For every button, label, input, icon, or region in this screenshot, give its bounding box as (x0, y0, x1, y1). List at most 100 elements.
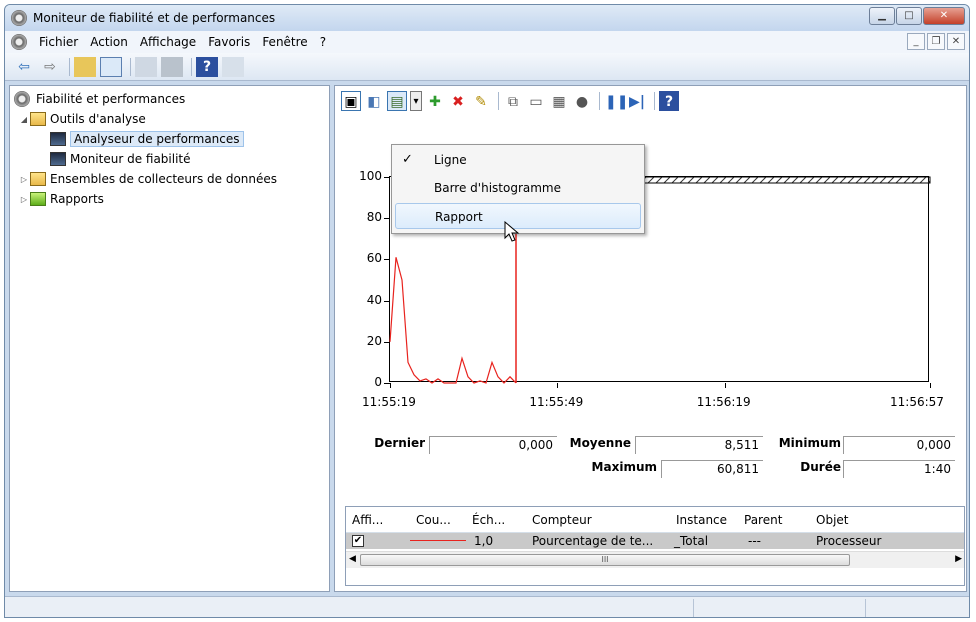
delete-counter-icon[interactable]: ✖ (448, 91, 468, 111)
paste-counter-icon[interactable]: ▭ (526, 91, 546, 111)
parent-cell: --- (748, 534, 761, 548)
tree-item-reports[interactable]: ▷ Rapports (10, 189, 329, 209)
toolbar-separator (130, 57, 131, 76)
tree-item-tools[interactable]: ◢ Outils d'analyse (10, 109, 329, 129)
tree-label: Ensembles de collecteurs de données (50, 172, 278, 186)
toolbar-separator (69, 57, 70, 76)
properties-icon[interactable]: ▦ (549, 91, 569, 111)
highlight-pencil-icon[interactable]: ✎ (471, 91, 491, 111)
zoom-icon[interactable]: ● (572, 91, 592, 111)
main-window: Moniteur de fiabilité et de performances… (4, 4, 970, 618)
mdi-minimize-button[interactable]: _ (907, 33, 925, 50)
horizontal-scrollbar[interactable]: ◀ III ▶ (346, 551, 964, 568)
tree-item-perf-monitor[interactable]: Analyseur de performances (10, 129, 329, 149)
menu-favoris[interactable]: Favoris (202, 35, 256, 49)
collapsed-triangle-icon[interactable]: ▷ (18, 195, 30, 204)
column-header-color[interactable]: Cou... (416, 513, 451, 527)
maximum-label: Maximum (591, 460, 657, 474)
view-log-data-icon[interactable]: ◧ (364, 91, 384, 111)
y-tick-label: 100 (359, 169, 382, 183)
counter-cell: Pourcentage de te... (532, 534, 654, 548)
y-tick-label: 60 (366, 251, 382, 266)
x-tick-label: 11:55:19 (362, 395, 416, 409)
reports-folder-icon (30, 192, 46, 206)
chevron-down-icon[interactable]: ▾ (410, 91, 422, 111)
mmc-view-icon[interactable] (222, 56, 244, 77)
column-header-instance[interactable]: Instance (676, 513, 727, 527)
change-graph-type-icon[interactable]: ▤ (387, 91, 407, 111)
tree-label-selected: Analyseur de performances (70, 131, 244, 147)
menu-fenetre[interactable]: Fenêtre (256, 35, 313, 49)
instance-cell: _Total (674, 534, 709, 548)
print-icon[interactable] (161, 56, 183, 77)
status-divider (865, 599, 866, 617)
menu-help[interactable]: ? (314, 35, 332, 49)
minimize-button[interactable]: ▁ (869, 7, 895, 25)
average-label: Moyenne (569, 436, 631, 450)
title-bar: Moniteur de fiabilité et de performances… (5, 5, 969, 31)
menu-fichier[interactable]: Fichier (33, 35, 84, 49)
tree-label: Moniteur de fiabilité (70, 152, 191, 166)
main-toolbar: ⇦ ⇨ ? (5, 53, 969, 81)
back-arrow-icon[interactable]: ⇦ (13, 57, 35, 77)
collapsed-triangle-icon[interactable]: ▷ (18, 175, 30, 184)
scrollbar-thumb[interactable]: III (360, 554, 850, 566)
last-value: 0,000 (429, 436, 557, 454)
status-divider (693, 599, 694, 617)
mdi-restore-button[interactable]: ❐ (927, 33, 945, 50)
column-header-show[interactable]: Affi... (352, 513, 383, 527)
column-header-counter[interactable]: Compteur (532, 513, 592, 527)
show-checkbox[interactable]: ✔ (352, 535, 364, 547)
statistics-panel: Dernier 0,000 Moyenne 8,511 Minimum 0,00… (335, 436, 968, 496)
help-icon[interactable]: ? (196, 56, 218, 77)
y-tick-mark (384, 300, 390, 302)
help-icon[interactable]: ? (659, 91, 679, 111)
menu-affichage[interactable]: Affichage (134, 35, 202, 49)
forward-arrow-icon[interactable]: ⇨ (39, 57, 61, 77)
y-tick-label: 20 (366, 333, 382, 348)
table-row[interactable]: ✔ 1,0 Pourcentage de te... _Total --- Pr… (346, 533, 964, 549)
mouse-cursor-icon (504, 221, 520, 242)
menu-action[interactable]: Action (84, 35, 134, 49)
expanded-triangle-icon[interactable]: ◢ (18, 115, 30, 124)
scroll-left-icon[interactable]: ◀ (349, 554, 356, 564)
view-current-activity-icon[interactable]: ▣ (341, 91, 361, 111)
copy-properties-icon[interactable]: ⧉ (503, 91, 523, 111)
counter-list: Affi... Cou... Éch... Compteur Instance … (345, 506, 965, 586)
minimum-value: 0,000 (843, 436, 955, 454)
performance-graph-icon (50, 132, 66, 146)
scroll-right-icon[interactable]: ▶ (955, 554, 962, 564)
tree-label: Fiabilité et performances (36, 92, 186, 106)
tree-item-collector-sets[interactable]: ▷ Ensembles de collecteurs de données (10, 169, 329, 189)
reliability-monitor-icon (50, 152, 66, 166)
up-folder-icon[interactable] (74, 56, 96, 77)
x-tick-label: 11:56:57 (890, 395, 944, 409)
minimum-label: Minimum (778, 436, 841, 450)
toolbar-separator (191, 57, 192, 76)
window-title: Moniteur de fiabilité et de performances (33, 11, 276, 25)
gear-icon (14, 91, 30, 107)
graph-toolbar: ▣ ◧ ▤ ▾ ✚ ✖ ✎ ⧉ ▭ ▦ ● ❚❚ ▶| ? (335, 86, 966, 116)
column-header-parent[interactable]: Parent (744, 513, 782, 527)
list-header: Affi... Cou... Éch... Compteur Instance … (346, 507, 964, 533)
app-gear-icon (11, 10, 27, 26)
series-line (389, 257, 517, 384)
add-counter-icon[interactable]: ✚ (425, 91, 445, 111)
tree-item-reliability[interactable]: Moniteur de fiabilité (10, 149, 329, 169)
close-button[interactable]: ✕ (923, 7, 965, 25)
column-header-scale[interactable]: Éch... (472, 513, 505, 527)
properties-icon[interactable] (135, 56, 157, 77)
show-tree-icon[interactable] (100, 56, 122, 77)
mdi-close-button[interactable]: ✕ (947, 33, 965, 50)
update-data-icon[interactable]: ▶| (627, 91, 647, 111)
tree-item-root[interactable]: Fiabilité et performances (10, 89, 329, 109)
menu-item-ligne[interactable]: Ligne (395, 147, 641, 173)
maximize-button[interactable]: □ (896, 7, 922, 25)
tree-label: Outils d'analyse (50, 112, 146, 126)
system-menu-icon[interactable] (11, 34, 27, 50)
column-header-object[interactable]: Objet (816, 513, 848, 527)
pause-icon[interactable]: ❚❚ (604, 91, 628, 111)
folder-icon (30, 112, 46, 126)
menu-item-histogramme[interactable]: Barre d'histogramme (395, 175, 641, 201)
color-line (410, 540, 466, 541)
